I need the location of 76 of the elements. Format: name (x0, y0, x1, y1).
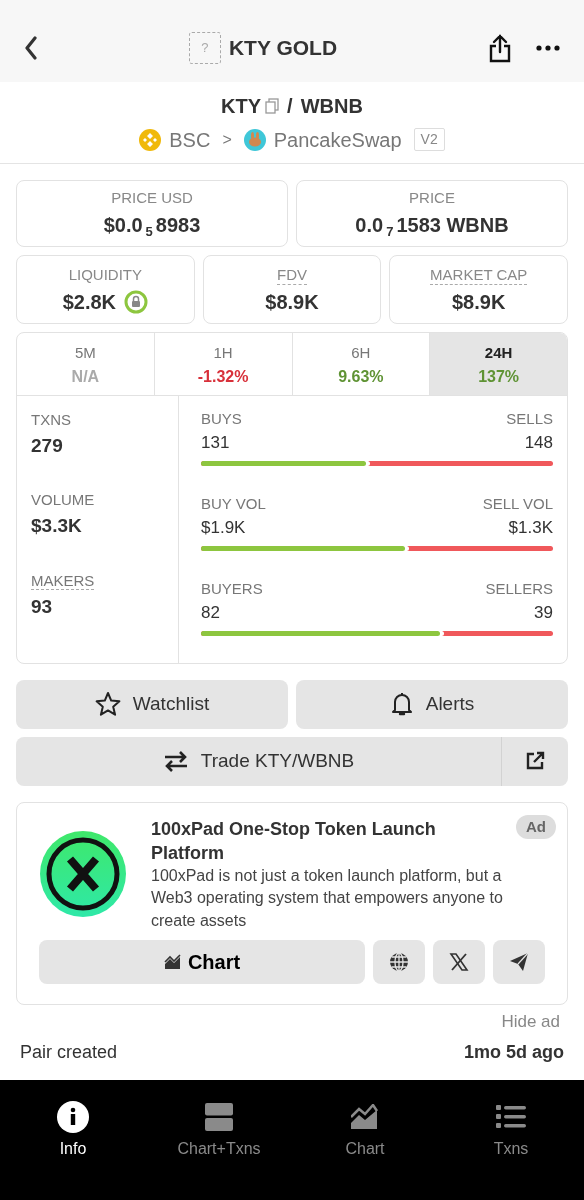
star-icon (94, 691, 121, 717)
stat-label: PRICE (409, 188, 455, 208)
buy-value: $1.9K (201, 517, 246, 539)
base-token: KTY (221, 93, 262, 119)
token-icon: ? (188, 32, 221, 64)
buy-label: BUYERS (201, 578, 263, 599)
stat-value: 0.0$_{7}$1583 WBNB (355, 213, 509, 240)
buy-value: 82 (201, 602, 220, 624)
split-layout-icon (205, 1103, 233, 1131)
stat-value: $8.9K (452, 290, 506, 315)
info-value: 1mo 5d ago (463, 1040, 564, 1064)
sell-value: 39 (534, 602, 553, 624)
ad-badge: Ad (516, 814, 556, 839)
lock-icon (124, 290, 148, 314)
stat-value: $3.3K (31, 514, 83, 538)
stat-label: FDV (277, 267, 307, 285)
sell-value: $1.3K (508, 517, 553, 539)
bottom-tab[interactable]: Txns (438, 1100, 584, 1200)
sell-label: SELLERS (485, 578, 553, 599)
breadcrumb-chevron: > (222, 129, 232, 150)
share-icon[interactable] (488, 33, 512, 63)
paper-plane-icon (509, 952, 529, 973)
chart-button[interactable]: Chart (39, 940, 365, 985)
dex-name[interactable]: PancakeSwap (273, 124, 402, 155)
back-icon[interactable] (24, 36, 38, 60)
pair-separator: / (287, 93, 293, 119)
timeframe-tab[interactable]: 5M N/A (17, 333, 155, 396)
bnb-icon (139, 128, 162, 151)
alerts-button[interactable]: Alerts (296, 679, 568, 729)
stat-value: 93 (31, 594, 54, 619)
info-label: Pair created (20, 1040, 118, 1064)
watchlist-button[interactable]: Watchlist (16, 679, 288, 729)
stat-label: MARKET CAP (430, 267, 528, 285)
stat-label: PRICE USD (111, 188, 193, 208)
chart-icon (351, 1104, 379, 1130)
stat-label: LIQUIDITY (68, 265, 142, 285)
buy-label: BUYS (201, 408, 242, 429)
list-icon (496, 1104, 526, 1130)
bottom-tab[interactable]: Chart+Txns (146, 1100, 292, 1200)
external-link-icon (525, 751, 545, 771)
ad-description: 100xPad is not just a token launch platform, but a Web3 operating system that empowers anyone to create assets (151, 866, 504, 931)
x-logo-icon (449, 952, 469, 973)
version-tag: V2 (413, 128, 445, 151)
globe-icon (389, 952, 409, 973)
stat-value: $0.0$_{5}$8983 (103, 213, 201, 240)
chart-icon (163, 954, 182, 971)
website-button[interactable] (373, 940, 425, 985)
sell-label: SELL VOL (482, 493, 553, 514)
stat-value: $8.9K (265, 290, 319, 315)
timeframe-tab[interactable]: 24H 137% (430, 333, 567, 396)
token-title: KTY GOLD (228, 35, 338, 62)
timeframe-tab[interactable]: 1H -1.32% (154, 333, 293, 396)
sell-label: SELLS (506, 408, 553, 429)
more-icon[interactable] (536, 45, 560, 51)
x-social-button[interactable] (433, 940, 485, 985)
bottom-tab[interactable]: Info (0, 1100, 146, 1200)
trade-button[interactable]: Trade KTY/WBNB (16, 736, 501, 786)
chain-name[interactable]: BSC (169, 124, 211, 155)
ad-title: 100xPad One-Stop Token Launch Platform (151, 817, 437, 865)
stat-label: MAKERS (31, 571, 95, 590)
sell-value: 148 (524, 432, 553, 454)
bottom-tab[interactable]: Chart (292, 1100, 438, 1200)
stat-label: VOLUME (31, 491, 95, 508)
buy-label: BUY VOL (201, 493, 266, 514)
info-icon (57, 1101, 89, 1133)
telegram-button[interactable] (493, 940, 545, 985)
stat-value: 279 (31, 433, 64, 458)
buy-value: 131 (201, 432, 230, 454)
quote-token: WBNB (300, 93, 363, 119)
bell-icon (389, 691, 414, 717)
stat-value: $2.8K (62, 290, 116, 315)
stat-label: TXNS (31, 410, 71, 428)
hide-ad-link[interactable]: Hide ad (501, 1009, 560, 1035)
bunny-icon (243, 128, 266, 151)
swap-arrows-icon (162, 750, 189, 772)
external-link-button[interactable] (501, 736, 568, 786)
